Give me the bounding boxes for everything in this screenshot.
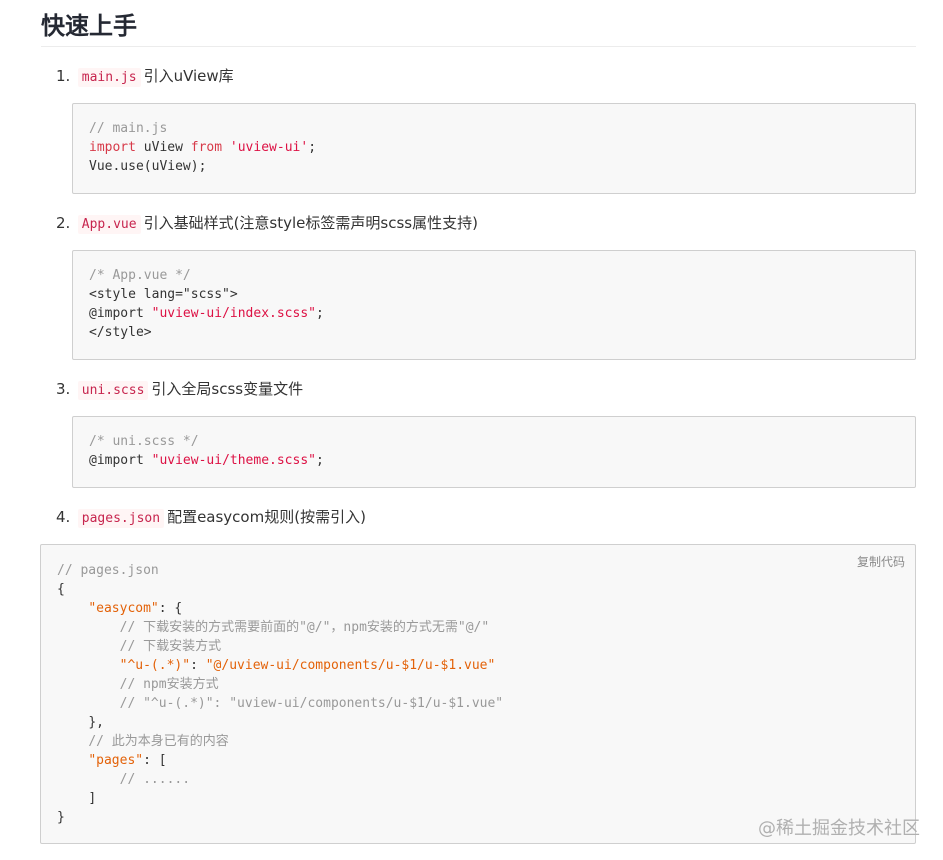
step-4: 4. pages.json 配置easycom规则(按需引入)	[56, 505, 366, 531]
code-comment: // 下载安装的方式需要前面的"@/"，npm安装的方式无需"@/"	[119, 620, 490, 635]
inline-code: main.js	[77, 68, 141, 87]
step-text: 引入全局scss变量文件	[151, 380, 304, 398]
code-text: ;	[308, 140, 317, 155]
code-block-uni-scss[interactable]: /* uni.scss */ @import "uview-ui/theme.sc…	[72, 416, 916, 488]
code-string: "uview-ui/theme.scss"	[151, 453, 316, 468]
code-key: "easycom"	[88, 601, 159, 616]
code-comment: // "^u-(.*)": "uview-ui/components/u-$1/…	[119, 696, 504, 711]
code-string: "@/uview-ui/components/u-$1/u-$1.vue"	[205, 658, 496, 673]
page-title: 快速上手	[41, 12, 137, 40]
step-text: 引入基础样式(注意style标签需声明scss属性支持)	[143, 214, 478, 232]
code-keyword: import	[89, 140, 136, 155]
code-text: :	[190, 658, 206, 673]
code-comment: /* uni.scss */	[89, 434, 199, 449]
step-number: 1.	[56, 67, 71, 85]
code-text: : [	[143, 753, 167, 768]
step-number: 2.	[56, 214, 71, 232]
step-number: 4.	[56, 508, 71, 526]
step-text: 配置easycom规则(按需引入)	[167, 508, 366, 526]
code-line: <style lang="scss">	[89, 287, 238, 302]
step-number: 3.	[56, 380, 71, 398]
code-text: : {	[158, 601, 183, 616]
code-text: ]	[88, 791, 97, 806]
code-text: @import	[89, 453, 152, 468]
code-comment: // npm安装方式	[119, 677, 219, 692]
code-text: ;	[316, 453, 324, 468]
code-text: },	[88, 715, 104, 730]
step-text: 引入uView库	[143, 67, 234, 85]
code-key: "^u-(.*)"	[119, 658, 191, 673]
step-1: 1. main.js 引入uView库	[56, 64, 234, 90]
code-block-pages-json[interactable]: 复制代码 // pages.json { "easycom": { // 下载安装的…	[40, 544, 916, 844]
code-line: </style>	[89, 325, 152, 340]
code-comment: // 此为本身已有的内容	[88, 734, 229, 749]
code-keyword: from	[190, 140, 223, 155]
inline-code: uni.scss	[77, 381, 149, 400]
code-text: uView	[135, 140, 191, 155]
code-string: "uview-ui/index.scss"	[151, 306, 316, 321]
inline-code: pages.json	[77, 509, 165, 528]
title-divider	[41, 46, 916, 47]
code-text: ;	[316, 306, 324, 321]
step-2: 2. App.vue 引入基础样式(注意style标签需声明scss属性支持)	[56, 211, 478, 237]
step-3: 3. uni.scss 引入全局scss变量文件	[56, 377, 303, 403]
code-block-app-vue[interactable]: /* App.vue */<style lang="scss"> @import …	[72, 250, 916, 360]
code-comment: // 下载安装方式	[119, 639, 222, 654]
code-string: 'uview-ui'	[229, 140, 309, 155]
code-comment: // main.js	[89, 121, 168, 136]
code-comment: // ......	[119, 772, 191, 787]
code-comment: /* App.vue */	[89, 268, 191, 283]
code-block-main-js[interactable]: // main.js import uView from 'uview-ui'; V…	[72, 103, 916, 194]
code-key: "pages"	[88, 753, 144, 768]
code-comment: // pages.json	[57, 563, 159, 578]
copy-code-button[interactable]: 复制代码	[857, 553, 905, 572]
inline-code: App.vue	[77, 215, 141, 234]
watermark: @稀土掘金技术社区	[758, 818, 920, 839]
code-text: @import	[89, 306, 152, 321]
code-line: {	[57, 582, 65, 597]
code-line: Vue.use(uView);	[89, 159, 207, 174]
